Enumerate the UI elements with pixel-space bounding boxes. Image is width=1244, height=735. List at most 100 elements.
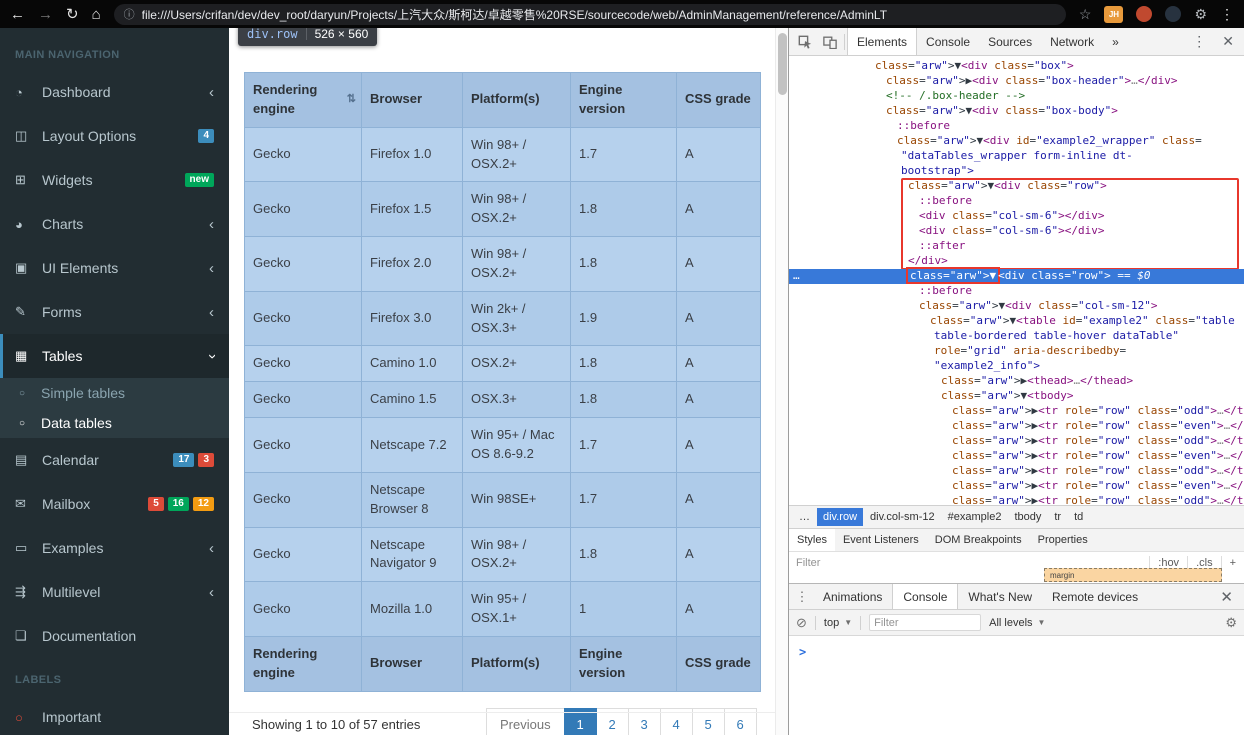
tree-node[interactable]: class="arw">▶<tr role="row" class="even"… [789,419,1244,434]
table-cell[interactable]: 1.8 [570,236,677,292]
table-cell[interactable]: Gecko [244,526,362,583]
table-cell[interactable]: A [676,381,761,419]
table-cell[interactable]: Gecko [244,417,362,473]
table-cell[interactable]: 1.8 [570,381,677,419]
table-cell[interactable]: Win 98+ / OSX.2+ [462,126,571,183]
table-cell[interactable]: OSX.3+ [462,381,571,419]
console-filter-input[interactable] [869,614,982,631]
sidebar-item-ui-elements[interactable]: ▣ UI Elements ‹ [0,246,229,290]
tree-node[interactable]: ::after [789,239,1244,254]
table-cell[interactable]: Win 2k+ / OSX.3+ [462,290,571,347]
table-cell[interactable]: Mozilla 1.0 [361,581,463,637]
sidebar-item-charts[interactable]: ◕ Charts ‹ [0,202,229,246]
table-cell[interactable]: Gecko [244,381,362,419]
table-cell[interactable]: Win 98+ / OSX.2+ [462,236,571,292]
sidebar-item-dashboard[interactable]: ◔ Dashboard ‹ [0,70,229,114]
table-row[interactable]: Gecko Mozilla 1.0 Win 95+ / OSX.1+ 1 A [244,581,761,637]
inspect-element-icon[interactable] [792,28,817,55]
devtools-more-tabs[interactable]: » [1103,28,1128,55]
home-icon[interactable]: ⌂ [92,7,101,22]
table-cell[interactable]: A [676,126,761,183]
tree-node[interactable]: "dataTables_wrapper form-inline dt- [789,149,1244,164]
drawer-tab-remote-devices[interactable]: Remote devices [1042,584,1148,609]
execution-context-selector[interactable]: top ▼ [824,617,852,629]
device-toolbar-icon[interactable] [817,28,842,55]
table-cell[interactable]: Gecko [244,471,362,528]
table-cell[interactable]: Firefox 3.0 [361,290,463,347]
table-cell[interactable]: A [676,471,761,528]
sidebar-item-documentation[interactable]: ❏ Documentation [0,614,229,658]
table-cell[interactable]: 1.8 [570,345,677,383]
drawer-menu-icon[interactable]: ⋮ [791,589,813,605]
table-cell[interactable]: A [676,526,761,583]
table-cell[interactable]: 1.7 [570,417,677,473]
table-cell[interactable]: A [676,290,761,347]
breadcrumb-more[interactable]: … [793,508,816,526]
table-cell[interactable]: Win 95+ / OSX.1+ [462,581,571,637]
tree-node[interactable]: class="arw">▼<div class="box"> [789,59,1244,74]
table-cell[interactable]: A [676,181,761,238]
table-row[interactable]: Gecko Firefox 2.0 Win 98+ / OSX.2+ 1.8 A [244,236,761,292]
console-settings-icon[interactable]: ⚙ [1225,615,1237,631]
table-cell[interactable]: Win 98+ / OSX.2+ [462,181,571,238]
tree-node[interactable]: ::before [789,284,1244,299]
column-header[interactable]: Browser [361,72,463,128]
column-header[interactable]: Engine version [570,72,677,128]
browser-menu-icon[interactable]: ⋮ [1220,6,1234,23]
table-cell[interactable]: 1.7 [570,126,677,183]
log-level-selector[interactable]: All levels ▼ [989,617,1045,629]
devtools-menu-icon[interactable]: ⋮ [1185,33,1213,50]
table-cell[interactable]: Firefox 1.0 [361,126,463,183]
tree-node[interactable]: class="arw">▼<div class="row"> [789,179,1244,194]
table-cell[interactable]: Win 98SE+ [462,471,571,528]
sidebar-item-tables[interactable]: ▦ Tables ‹ [0,334,229,378]
page-scrollbar[interactable] [775,28,788,735]
extension-icon-red[interactable] [1136,6,1153,22]
drawer-tab-what-s-new[interactable]: What's New [958,584,1042,609]
tree-node[interactable]: "example2_info"> [789,359,1244,374]
devtools-tab-console[interactable]: Console [917,28,979,55]
tree-node[interactable]: <!-- /.box-header --> [789,89,1244,104]
column-header[interactable]: Rendering engine ⇅ [244,72,362,128]
tree-node[interactable]: class="arw">▶<div class="box-header">…</… [789,74,1244,89]
sidebar-item-important[interactable]: ○ Important [0,695,229,735]
table-cell[interactable]: Gecko [244,290,362,347]
breadcrumb-tr[interactable]: tr [1048,508,1067,526]
table-cell[interactable]: Camino 1.0 [361,345,463,383]
tree-node[interactable]: role="grid" aria-describedby= [789,344,1244,359]
table-cell[interactable]: A [676,236,761,292]
devtools-tab-sources[interactable]: Sources [979,28,1041,55]
clear-console-icon[interactable]: ⊘ [796,615,807,631]
page-scrollbar-thumb[interactable] [778,33,787,95]
styles-tab-event-listeners[interactable]: Event Listeners [835,529,927,551]
address-bar[interactable]: ⓘ file:///Users/crifan/dev/dev_root/dary… [113,3,1066,25]
table-row[interactable]: Gecko Camino 1.0 OSX.2+ 1.8 A [244,345,761,383]
console-output[interactable]: > [789,636,1244,661]
reload-icon[interactable]: ↻ [66,7,79,22]
sidebar-item-examples[interactable]: ▭ Examples ‹ [0,526,229,570]
extension-icon-dark[interactable] [1165,6,1182,22]
table-cell[interactable]: A [676,581,761,637]
back-icon[interactable]: ← [10,7,25,22]
tree-node[interactable]: ::before [789,194,1244,209]
breadcrumb-example2[interactable]: #example2 [942,508,1008,526]
tree-node[interactable]: <div class="col-sm-6"></div> [789,209,1244,224]
tree-node[interactable]: ::before [789,119,1244,134]
tree-node[interactable]: class="arw">▶<tr role="row" class="even"… [789,479,1244,494]
table-row[interactable]: Gecko Firefox 3.0 Win 2k+ / OSX.3+ 1.9 A [244,290,761,347]
breadcrumb-div-row[interactable]: div.row [817,508,864,526]
forward-icon[interactable]: → [38,7,53,22]
tree-node[interactable]: <div class="col-sm-6"></div> [789,224,1244,239]
table-row[interactable]: Gecko Netscape Navigator 9 Win 98+ / OSX.2… [244,526,761,583]
table-cell[interactable]: Gecko [244,126,362,183]
bookmark-star-icon[interactable]: ☆ [1079,6,1092,23]
table-cell[interactable]: 1.8 [570,181,677,238]
table-row[interactable]: Gecko Camino 1.5 OSX.3+ 1.8 A [244,381,761,419]
table-cell[interactable]: Firefox 2.0 [361,236,463,292]
tree-node[interactable]: class="arw">▶<tr role="row" class="odd">… [789,494,1244,505]
table-cell[interactable]: 1.7 [570,471,677,528]
table-cell[interactable]: A [676,345,761,383]
tree-node[interactable]: class="arw">▶<tr role="row" class="even"… [789,449,1244,464]
sidebar-item-multilevel[interactable]: ⇶ Multilevel ‹ [0,570,229,614]
table-cell[interactable]: Gecko [244,236,362,292]
